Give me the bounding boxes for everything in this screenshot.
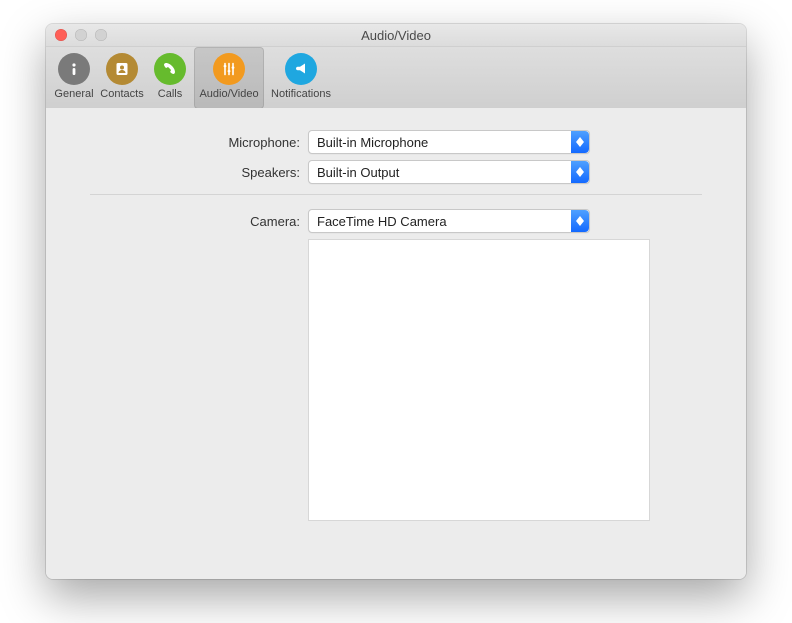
tab-label: Contacts	[100, 88, 143, 100]
minimize-window-button	[75, 29, 87, 41]
window-title: Audio/Video	[46, 28, 746, 43]
microphone-row: Microphone: Built-in Microphone	[90, 130, 702, 154]
tab-notifications[interactable]: Notifications	[264, 47, 338, 109]
tab-label: Notifications	[271, 88, 331, 100]
phone-icon	[154, 53, 186, 85]
updown-arrows-icon	[571, 131, 589, 153]
tab-calls[interactable]: Calls	[146, 47, 194, 109]
traffic-lights	[55, 29, 107, 41]
tab-audio-video[interactable]: Audio/Video	[194, 47, 264, 109]
camera-row: Camera: FaceTime HD Camera	[90, 209, 702, 233]
preferences-window: Audio/Video General Contacts Calls	[46, 24, 746, 579]
preferences-toolbar: General Contacts Calls	[46, 47, 746, 110]
camera-label: Camera:	[90, 214, 308, 229]
tab-label: General	[54, 88, 93, 100]
info-icon	[58, 53, 90, 85]
speakers-value: Built-in Output	[309, 165, 399, 180]
megaphone-icon	[285, 53, 317, 85]
camera-value: FaceTime HD Camera	[309, 214, 447, 229]
close-window-button[interactable]	[55, 29, 67, 41]
titlebar: Audio/Video	[46, 24, 746, 47]
sliders-icon	[213, 53, 245, 85]
microphone-label: Microphone:	[90, 135, 308, 150]
speakers-label: Speakers:	[90, 165, 308, 180]
updown-arrows-icon	[571, 161, 589, 183]
microphone-select[interactable]: Built-in Microphone	[308, 130, 590, 154]
speakers-select[interactable]: Built-in Output	[308, 160, 590, 184]
audio-video-pane: Microphone: Built-in Microphone Speakers…	[46, 108, 746, 579]
camera-select[interactable]: FaceTime HD Camera	[308, 209, 590, 233]
camera-preview	[308, 239, 650, 521]
zoom-window-button	[95, 29, 107, 41]
tab-label: Calls	[158, 88, 182, 100]
divider	[90, 194, 702, 195]
tab-contacts[interactable]: Contacts	[98, 47, 146, 109]
speakers-row: Speakers: Built-in Output	[90, 160, 702, 184]
address-book-icon	[106, 53, 138, 85]
microphone-value: Built-in Microphone	[309, 135, 428, 150]
tab-general[interactable]: General	[50, 47, 98, 109]
tab-label: Audio/Video	[199, 88, 258, 100]
updown-arrows-icon	[571, 210, 589, 232]
